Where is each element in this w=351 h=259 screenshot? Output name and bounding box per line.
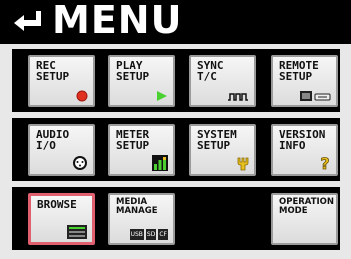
back-arrow-icon	[14, 11, 41, 31]
browse-button[interactable]: BROWSE	[28, 193, 95, 245]
page-title: MENU	[52, 0, 183, 42]
version-info-button[interactable]: VERSION INFO ?	[271, 124, 338, 176]
sd-badge: SD	[145, 229, 157, 240]
rec-setup-button[interactable]: REC SETUP	[28, 55, 95, 107]
file-list-icon	[67, 225, 87, 239]
xlr-connector-icon	[73, 156, 87, 170]
back-button[interactable]	[4, 3, 48, 41]
timecode-wave-icon	[228, 93, 248, 101]
remote-setup-label: REMOTE SETUP	[279, 59, 319, 83]
usb-badge: USB	[129, 229, 144, 240]
record-dot-icon	[76, 90, 88, 102]
media-manage-button[interactable]: MEDIA MANAGE USB SD CF	[108, 193, 175, 245]
cf-badge: CF	[158, 229, 168, 240]
remote-keyboard-icon	[300, 91, 331, 101]
question-icon: ?	[320, 155, 330, 171]
sync-tc-label: SYNC T/C	[197, 59, 224, 83]
header-bar: MENU	[0, 0, 351, 44]
svg-text:?: ?	[320, 155, 329, 171]
media-manage-label: MEDIA MANAGE	[116, 197, 158, 216]
level-meter-icon	[152, 155, 168, 171]
system-setup-button[interactable]: SYSTEM SETUP	[189, 124, 256, 176]
operation-mode-button[interactable]: OPERATION MODE	[271, 193, 338, 245]
sync-tc-button[interactable]: SYNC T/C	[189, 55, 256, 107]
remote-setup-button[interactable]: REMOTE SETUP	[271, 55, 338, 107]
media-badges: USB SD CF	[129, 229, 168, 240]
menu-row-3: BROWSE MEDIA MANAGE USB SD CF OPERATION …	[12, 187, 340, 250]
rec-setup-label: REC SETUP	[36, 59, 70, 83]
meter-setup-label: METER SETUP	[116, 128, 150, 152]
wrench-icon	[237, 157, 249, 171]
menu-screen: MENU REC SETUP PLAY SETUP SYNC T/C REMOT…	[0, 0, 351, 259]
play-triangle-icon	[157, 91, 167, 101]
menu-row-2: AUDIO I/O METER SETUP SYSTEM SETUP VERSI…	[12, 118, 340, 181]
play-setup-button[interactable]: PLAY SETUP	[108, 55, 175, 107]
audio-io-button[interactable]: AUDIO I/O	[28, 124, 95, 176]
audio-io-label: AUDIO I/O	[36, 128, 70, 152]
version-info-label: VERSION INFO	[279, 128, 326, 152]
browse-label: BROWSE	[37, 198, 77, 211]
system-setup-label: SYSTEM SETUP	[197, 128, 237, 152]
operation-mode-label: OPERATION MODE	[279, 197, 335, 216]
play-setup-label: PLAY SETUP	[116, 59, 150, 83]
menu-row-1: REC SETUP PLAY SETUP SYNC T/C REMOTE SET…	[12, 49, 340, 112]
meter-setup-button[interactable]: METER SETUP	[108, 124, 175, 176]
